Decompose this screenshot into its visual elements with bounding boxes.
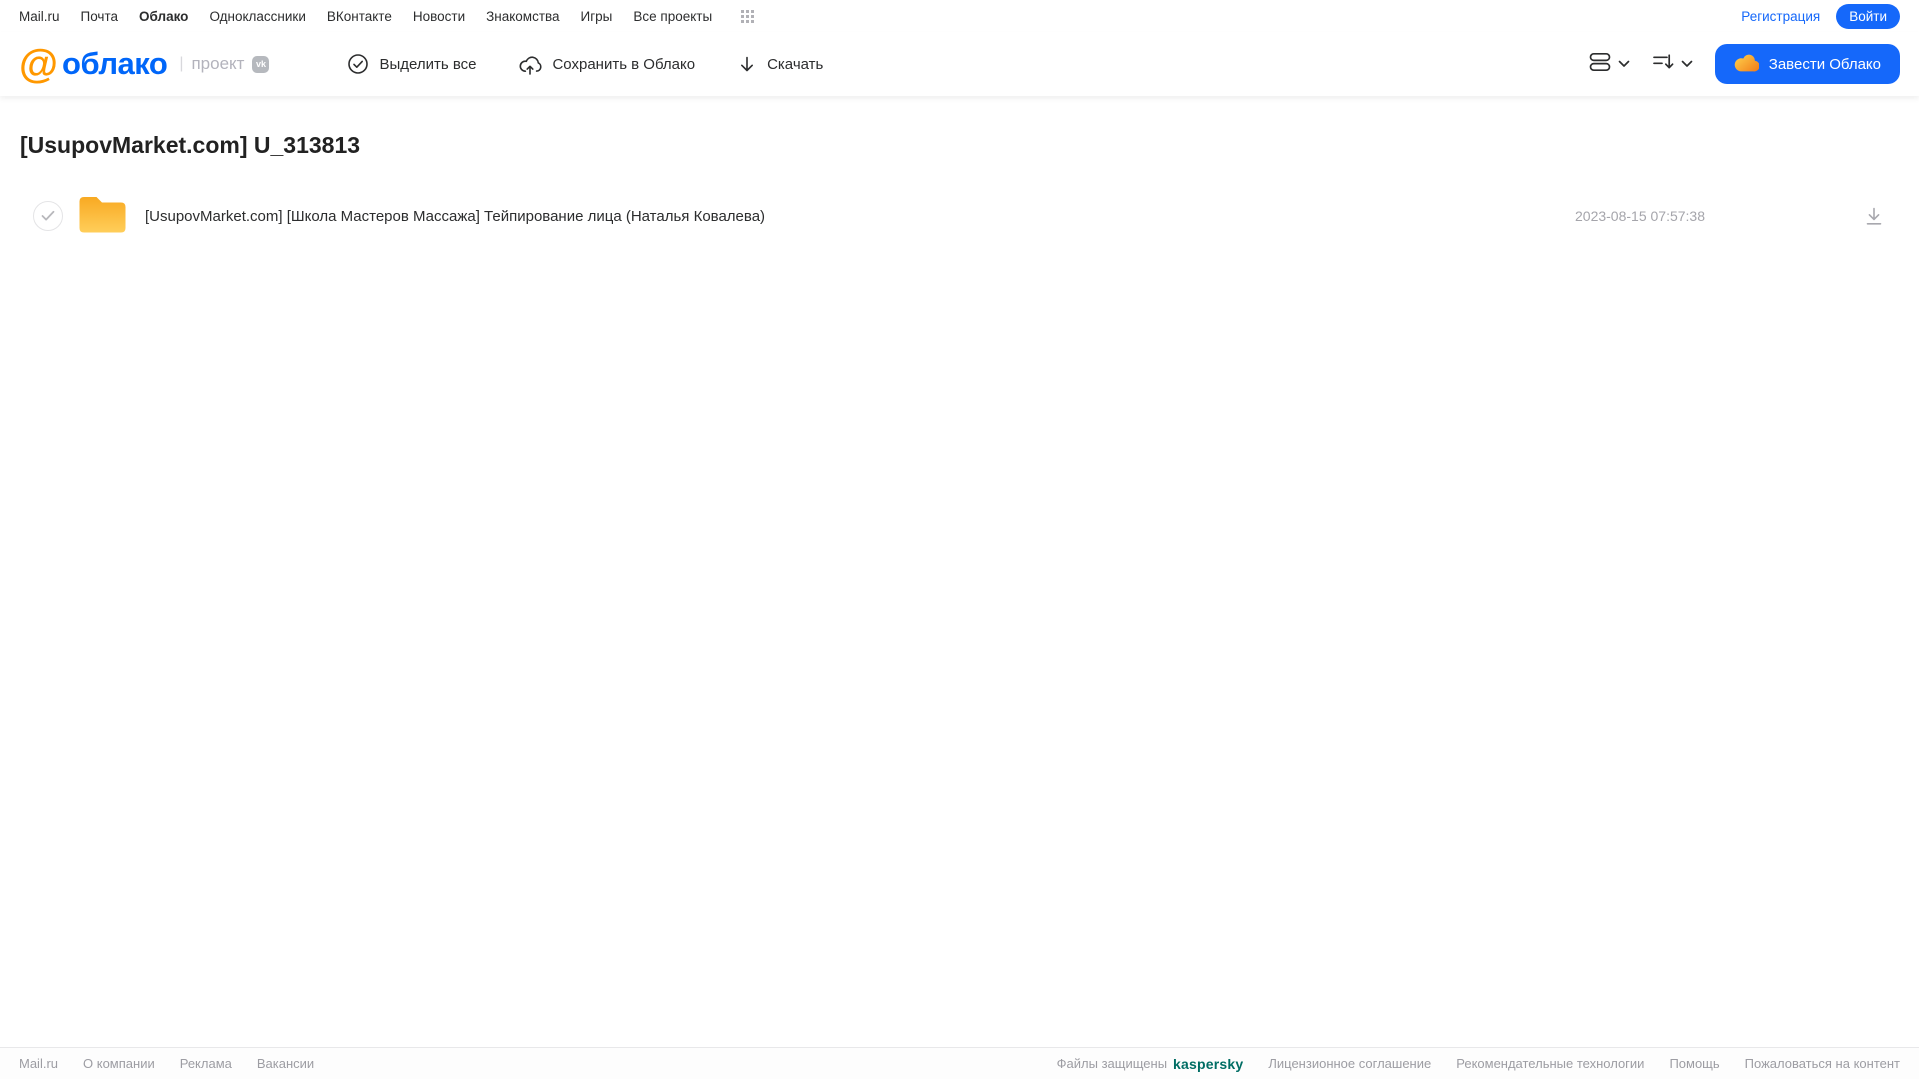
logo-divider: | xyxy=(179,55,184,72)
footer-link-vakansii[interactable]: Вакансии xyxy=(257,1056,314,1071)
footer-left-links: Mail.ru О компании Реклама Вакансии xyxy=(19,1056,314,1071)
footer-link-report-content[interactable]: Пожаловаться на контент xyxy=(1745,1056,1900,1071)
topnav-link-vkontakte[interactable]: ВКонтакте xyxy=(327,9,392,24)
topnav-link-novosti[interactable]: Новости xyxy=(413,9,465,24)
auth-area: Регистрация Войти xyxy=(1741,3,1900,29)
topnav-link-odnoklassniki[interactable]: Одноклассники xyxy=(209,9,305,24)
portal-navbar: Mail.ru Почта Облако Одноклассники ВКонт… xyxy=(0,0,1919,32)
select-all-label: Выделить все xyxy=(379,55,477,73)
main-content: [UsupovMarket.com] U_313813 [UsupovMarke… xyxy=(0,132,1919,240)
topnav-link-igry[interactable]: Игры xyxy=(581,9,613,24)
cloud-upload-icon xyxy=(518,53,543,76)
sort-icon xyxy=(1652,53,1674,76)
chevron-down-icon xyxy=(1681,55,1693,73)
chevron-down-icon xyxy=(1618,55,1630,73)
kaspersky-logo-link[interactable]: kaspersky xyxy=(1173,1056,1243,1072)
vk-project-label: | проект vk xyxy=(179,54,270,74)
header-right-controls: Завести Облако xyxy=(1589,44,1900,84)
view-mode-dropdown[interactable] xyxy=(1589,52,1630,77)
sort-dropdown[interactable] xyxy=(1652,53,1693,76)
action-toolbar: Выделить все Сохранить в Облако Скачать xyxy=(347,53,823,76)
page-title: [UsupovMarket.com] U_313813 xyxy=(20,132,361,158)
cloud-icon xyxy=(1734,53,1760,76)
footer: Mail.ru О компании Реклама Вакансии Файл… xyxy=(0,1047,1919,1079)
login-button[interactable]: Войти xyxy=(1836,3,1900,29)
topnav-link-oblako[interactable]: Облако xyxy=(139,9,188,24)
footer-right-links: Файлы защищены kaspersky Лицензионное со… xyxy=(1057,1056,1900,1072)
topnav-link-znakomstva[interactable]: Знакомства xyxy=(486,9,559,24)
folder-icon[interactable] xyxy=(78,195,127,238)
topnav-link-mailru[interactable]: Mail.ru xyxy=(19,9,60,24)
cloud-logo[interactable]: @ облако | проект vk xyxy=(19,42,270,86)
footer-link-recommendations[interactable]: Рекомендательные технологии xyxy=(1456,1056,1644,1071)
mailru-at-icon: @ xyxy=(19,42,59,86)
topnav-link-vse-proekty[interactable]: Все проекты xyxy=(633,9,712,24)
footer-link-help[interactable]: Помощь xyxy=(1669,1056,1719,1071)
project-text: проект xyxy=(191,54,245,73)
footer-link-o-kompanii[interactable]: О компании xyxy=(83,1056,155,1071)
download-button[interactable]: Скачать xyxy=(737,54,823,75)
save-to-cloud-label: Сохранить в Облако xyxy=(552,55,696,73)
registration-link[interactable]: Регистрация xyxy=(1741,9,1820,24)
select-all-button[interactable]: Выделить все xyxy=(347,53,476,75)
footer-link-reklama[interactable]: Реклама xyxy=(180,1056,232,1071)
apps-grid-icon[interactable] xyxy=(741,9,755,23)
logo-wordmark: облако xyxy=(62,46,168,81)
footer-link-mailru[interactable]: Mail.ru xyxy=(19,1056,58,1071)
kaspersky-protection: Файлы защищены kaspersky xyxy=(1057,1056,1244,1072)
download-arrow-icon xyxy=(737,54,757,75)
row-checkbox[interactable] xyxy=(33,201,63,231)
file-modified-date: 2023-08-15 07:57:38 xyxy=(1575,208,1705,224)
folder-name-link[interactable]: [UsupovMarket.com] [Школа Мастеров Масса… xyxy=(145,208,765,225)
get-cloud-button[interactable]: Завести Облако xyxy=(1714,44,1900,84)
save-to-cloud-button[interactable]: Сохранить в Облако xyxy=(518,53,695,76)
list-view-icon xyxy=(1589,52,1611,77)
footer-link-license[interactable]: Лицензионное соглашение xyxy=(1268,1056,1431,1071)
check-circle-icon xyxy=(347,53,369,75)
file-row: [UsupovMarket.com] [Школа Мастеров Масса… xyxy=(0,192,1919,240)
header: @ облако | проект vk Выделить все Сохран… xyxy=(0,32,1919,96)
protected-label: Файлы защищены xyxy=(1056,1056,1168,1071)
vk-logo-badge: vk xyxy=(252,55,270,73)
row-download-icon[interactable] xyxy=(1865,207,1883,226)
download-label: Скачать xyxy=(767,55,824,73)
topnav-link-pochta[interactable]: Почта xyxy=(81,9,119,24)
get-cloud-label: Завести Облако xyxy=(1768,55,1881,73)
portal-links: Mail.ru Почта Облако Одноклассники ВКонт… xyxy=(19,9,755,24)
